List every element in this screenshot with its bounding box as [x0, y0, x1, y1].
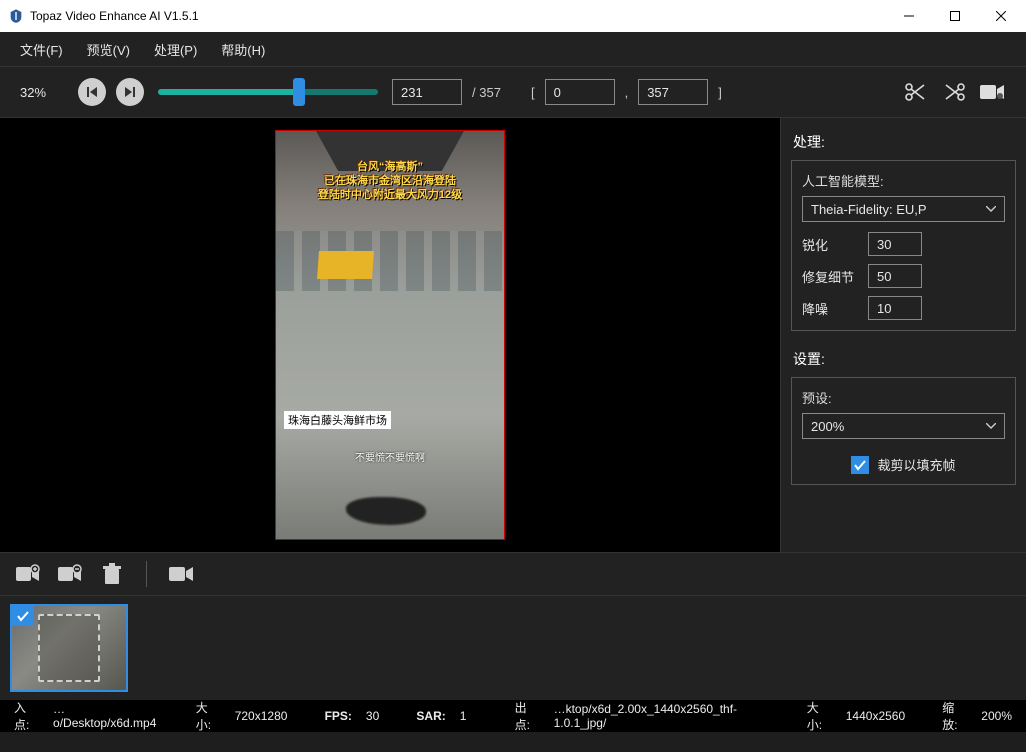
- work-area: 台风“海高斯” 已在珠海市金湾区沿海登陆 登陆时中心附近最大风力12级 珠海白藤…: [0, 118, 1026, 552]
- overlay-caption: 不要慌不要慌啊: [276, 449, 504, 464]
- delete-button[interactable]: [98, 560, 126, 588]
- crop-label: 裁剪以填充帧: [877, 455, 955, 474]
- video-frame: 台风“海高斯” 已在珠海市金湾区沿海登陆 登陆时中心附近最大风力12级 珠海白藤…: [275, 130, 505, 540]
- status-out-value: …ktop/x6d_2.00x_1440x2560_thf-1.0.1_jpg/: [554, 702, 770, 730]
- status-size1-label: 大小:: [196, 699, 221, 733]
- bracket-open: [: [531, 85, 535, 100]
- settings-fieldset: 预设: 200% 裁剪以填充帧: [791, 377, 1016, 485]
- thumbnail-selected-icon[interactable]: [12, 606, 34, 626]
- menu-bar: 文件(F) 预览(V) 处理(P) 帮助(H): [0, 32, 1026, 66]
- bracket-close: ]: [718, 85, 722, 100]
- restore-input[interactable]: 50: [868, 264, 922, 288]
- zoom-label: 32%: [20, 85, 68, 100]
- menu-help[interactable]: 帮助(H): [209, 40, 277, 59]
- status-sar-value: 1: [460, 709, 467, 723]
- chevron-down-icon: [986, 423, 996, 429]
- thumbnail-strip: [0, 596, 1026, 700]
- cut-left-icon[interactable]: [902, 78, 930, 106]
- status-in-value: …o/Desktop/x6d.mp4: [53, 702, 159, 730]
- right-panel: 处理: 人工智能模型: Theia-Fidelity: EU,P 锐化 30 修…: [780, 118, 1026, 552]
- panel-settings-title: 设置:: [791, 341, 1016, 377]
- frame-separator: / 357: [472, 85, 501, 100]
- cut-right-icon[interactable]: [940, 78, 968, 106]
- preset-value: 200%: [811, 419, 844, 434]
- sharpen-label: 锐化: [802, 235, 858, 254]
- status-scale-value: 200%: [981, 709, 1012, 723]
- panel-process-title: 处理:: [791, 124, 1016, 160]
- close-button[interactable]: [978, 0, 1024, 32]
- prev-frame-button[interactable]: [78, 78, 106, 106]
- status-size2-label: 大小:: [807, 699, 832, 733]
- menu-preview[interactable]: 预览(V): [75, 40, 142, 59]
- overlay-location-label: 珠海白藤头海鲜市场: [284, 411, 391, 429]
- preset-dropdown[interactable]: 200%: [802, 413, 1005, 439]
- window-buttons: [886, 0, 1024, 32]
- chevron-down-icon: [986, 206, 996, 212]
- status-fps-label: FPS:: [325, 709, 352, 723]
- next-frame-button[interactable]: [116, 78, 144, 106]
- window-title: Topaz Video Enhance AI V1.5.1: [30, 9, 886, 23]
- status-out-label: 出点:: [515, 699, 540, 733]
- process-fieldset: 人工智能模型: Theia-Fidelity: EU,P 锐化 30 修复细节 …: [791, 160, 1016, 331]
- video-preview-area[interactable]: 台风“海高斯” 已在珠海市金湾区沿海登陆 登陆时中心附近最大风力12级 珠海白藤…: [0, 118, 780, 552]
- status-in-label: 入点:: [14, 699, 39, 733]
- model-dropdown[interactable]: Theia-Fidelity: EU,P: [802, 196, 1005, 222]
- range-start-input[interactable]: 0: [545, 79, 615, 105]
- menu-file[interactable]: 文件(F): [8, 40, 75, 59]
- status-scale-label: 缩放:: [942, 699, 967, 733]
- menu-process[interactable]: 处理(P): [142, 40, 209, 59]
- denoise-label: 降噪: [802, 299, 858, 318]
- minimize-button[interactable]: [886, 0, 932, 32]
- current-frame-input[interactable]: 231: [392, 79, 462, 105]
- sharpen-input[interactable]: 30: [868, 232, 922, 256]
- status-size1-value: 720x1280: [235, 709, 288, 723]
- playback-slider[interactable]: [158, 80, 378, 104]
- restore-label: 修复细节: [802, 267, 858, 286]
- window-titlebar: Topaz Video Enhance AI V1.5.1: [0, 0, 1026, 32]
- record-icon[interactable]: [978, 78, 1006, 106]
- app-logo-icon: [8, 8, 24, 24]
- clip-thumbnail[interactable]: [10, 604, 128, 692]
- toolbar-separator: [146, 561, 147, 587]
- status-size2-value: 1440x2560: [846, 709, 905, 723]
- model-label: 人工智能模型:: [802, 171, 1005, 190]
- process-clip-button[interactable]: [167, 560, 195, 588]
- status-bar: 入点: …o/Desktop/x6d.mp4 大小: 720x1280 FPS:…: [0, 700, 1026, 732]
- clip-toolbar: [0, 552, 1026, 596]
- status-sar-label: SAR:: [416, 709, 445, 723]
- remove-clip-button[interactable]: [56, 560, 84, 588]
- overlay-headline: 台风“海高斯” 已在珠海市金湾区沿海登陆 登陆时中心附近最大风力12级: [276, 161, 504, 202]
- maximize-button[interactable]: [932, 0, 978, 32]
- range-end-input[interactable]: 357: [638, 79, 708, 105]
- crop-checkbox[interactable]: [851, 456, 869, 474]
- playback-toolbar: 32% 231 / 357 [ 0 , 357 ]: [0, 66, 1026, 118]
- preset-label: 预设:: [802, 388, 1005, 407]
- add-clip-button[interactable]: [14, 560, 42, 588]
- status-fps-value: 30: [366, 709, 379, 723]
- model-value: Theia-Fidelity: EU,P: [811, 202, 927, 217]
- denoise-input[interactable]: 10: [868, 296, 922, 320]
- range-comma: ,: [625, 85, 629, 100]
